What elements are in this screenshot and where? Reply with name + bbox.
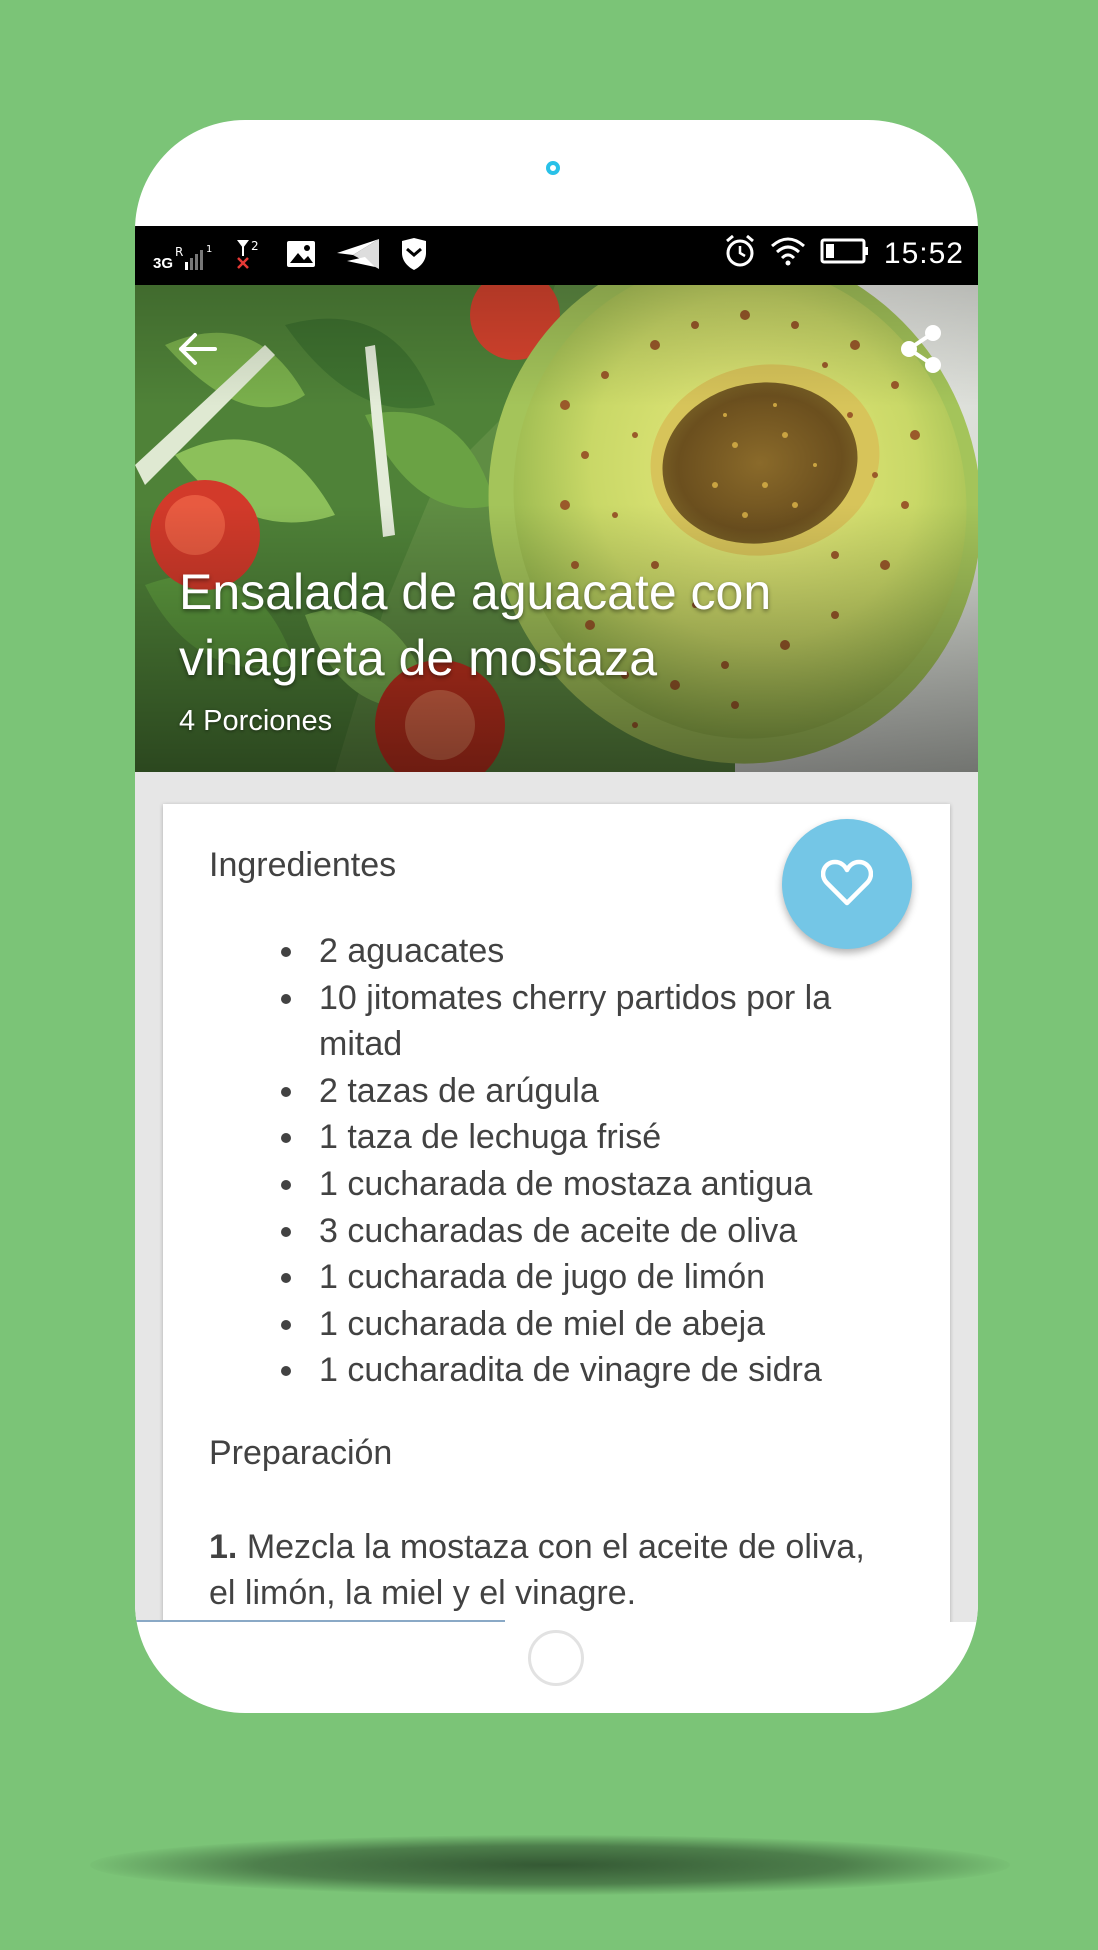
hero-gradient-overlay — [135, 285, 978, 772]
share-icon — [901, 325, 941, 373]
device-shadow — [90, 1835, 1010, 1895]
heart-outline-icon — [821, 859, 873, 906]
preparation-heading: Preparación — [209, 1434, 393, 1472]
arrow-left-icon — [179, 333, 217, 365]
step-number: 1. — [209, 1528, 238, 1566]
status-left-icons: 3G R 1 2 — [153, 236, 429, 277]
front-camera — [546, 161, 560, 175]
list-item: 1 cucharadita de vinagre de sidra — [281, 1347, 879, 1394]
back-button[interactable] — [175, 327, 219, 371]
shield-icon — [399, 237, 429, 276]
list-item: 2 tazas de arúgula — [281, 1068, 879, 1115]
share-button[interactable] — [897, 323, 945, 375]
list-item: 2 aguacates — [281, 928, 879, 975]
list-item: 1 cucharada de jugo de limón — [281, 1254, 879, 1301]
status-bar: 3G R 1 2 15:52 — [135, 226, 978, 285]
sim2-no-signal-icon: 2 — [233, 236, 267, 277]
list-item: 1 cucharada de mostaza antigua — [281, 1161, 879, 1208]
send-icon — [335, 237, 381, 276]
clock-time: 15:52 — [883, 236, 964, 270]
phone-frame: 3G R 1 2 15:52 Ensalada de aguacate con … — [135, 120, 978, 1713]
recipe-hero-image: Ensalada de aguacate con vinagreta de mo… — [135, 285, 978, 772]
recipe-title: Ensalada de aguacate con vinagreta de mo… — [179, 564, 772, 686]
wifi-icon — [770, 236, 806, 271]
network-type: 3G — [153, 254, 174, 272]
battery-icon — [820, 237, 870, 270]
list-item: 10 jitomates cherry partidos por la mita… — [281, 975, 879, 1068]
image-icon — [285, 239, 317, 274]
list-item: 3 cucharadas de aceite de oliva — [281, 1208, 879, 1255]
ingredients-heading: Ingredientes — [209, 846, 397, 884]
scroll-indicator — [135, 1620, 505, 1622]
svg-text:1: 1 — [206, 244, 212, 255]
preparation-step: 1. Mezcla la mostaza con el aceite de ol… — [209, 1524, 869, 1616]
signal-icon: 3G R 1 — [153, 242, 215, 272]
list-item: 1 cucharada de miel de abeja — [281, 1301, 879, 1348]
svg-text:R: R — [175, 245, 183, 259]
svg-text:2: 2 — [251, 239, 259, 253]
ingredients-list: 2 aguacates 10 jitomates cherry partidos… — [209, 928, 879, 1394]
recipe-servings: 4 Porciones — [179, 705, 333, 737]
favorite-button[interactable] — [782, 819, 912, 949]
status-right-icons: 15:52 — [724, 234, 964, 273]
app-screen: 3G R 1 2 15:52 Ensalada de aguacate con … — [135, 226, 978, 1622]
step-text: Mezcla la mostaza con el aceite de oliva… — [209, 1528, 865, 1612]
home-button[interactable] — [528, 1630, 584, 1686]
alarm-icon — [724, 234, 756, 273]
list-item: 1 taza de lechuga frisé — [281, 1114, 879, 1161]
